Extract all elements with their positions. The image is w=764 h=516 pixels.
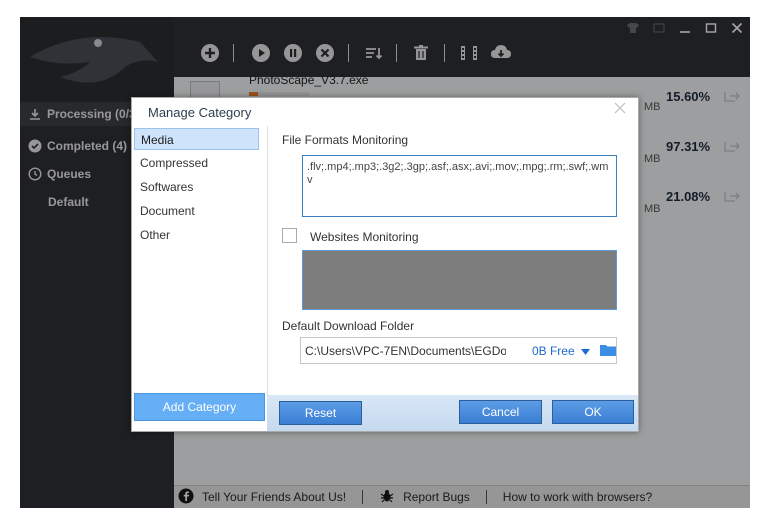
dialog-title: Manage Category <box>148 105 252 120</box>
free-space-value: 0B Free <box>531 343 575 358</box>
category-item-softwares[interactable]: Softwares <box>134 176 259 198</box>
category-list: Media Compressed Softwares Document Othe… <box>132 126 268 431</box>
caret-down-icon <box>578 344 590 358</box>
add-category-button[interactable]: Add Category <box>134 393 265 421</box>
dialog-close-button[interactable] <box>612 100 628 116</box>
folder-path-text: C:\Users\VPC-7EN\Documents\EGDo <box>305 343 506 358</box>
category-item-media[interactable]: Media <box>134 128 259 150</box>
free-space-dropdown[interactable]: 0B Free <box>532 344 590 358</box>
reset-button[interactable]: Reset <box>279 401 362 425</box>
folder-icon[interactable] <box>600 343 616 359</box>
category-item-document[interactable]: Document <box>134 200 259 222</box>
dialog-button-bar: Reset Cancel OK <box>267 395 638 431</box>
websites-monitoring-checkbox[interactable] <box>282 228 297 243</box>
cancel-button[interactable]: Cancel <box>459 400 542 424</box>
close-icon <box>614 102 626 114</box>
websites-input <box>302 250 617 310</box>
manage-category-dialog: Manage Category Media Compressed Softwar… <box>131 97 639 432</box>
websites-monitoring-label: Websites Monitoring <box>310 230 419 244</box>
folder-path-field[interactable]: C:\Users\VPC-7EN\Documents\EGDo 0B Free <box>300 337 617 364</box>
ok-button[interactable]: OK <box>552 400 634 424</box>
file-formats-label: File Formats Monitoring <box>282 133 409 147</box>
category-item-compressed[interactable]: Compressed <box>134 152 259 174</box>
file-formats-input[interactable]: .flv;.mp4;.mp3;.3g2;.3gp;.asf;.asx;.avi;… <box>302 155 617 217</box>
category-item-other[interactable]: Other <box>134 224 259 246</box>
default-folder-label: Default Download Folder <box>282 319 415 333</box>
